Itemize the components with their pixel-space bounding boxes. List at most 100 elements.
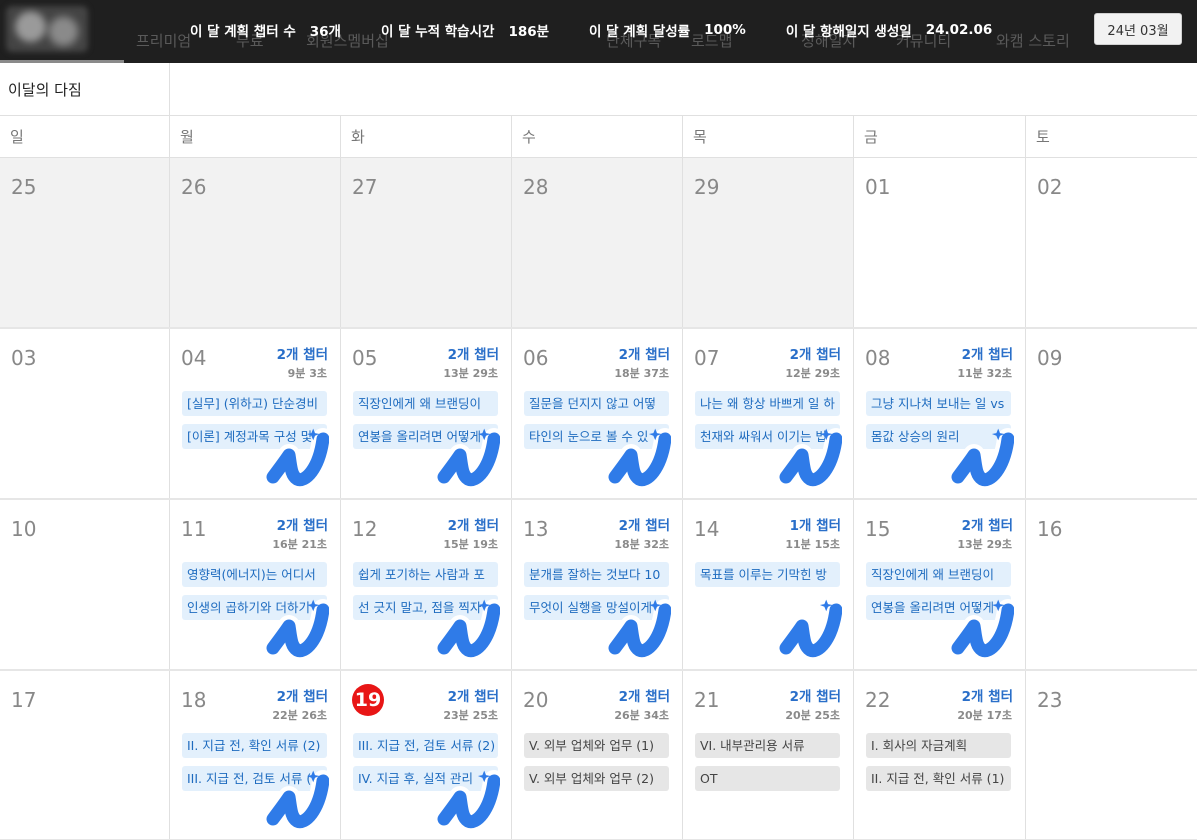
date-number: 16 (1037, 517, 1063, 541)
chapter-item[interactable]: II. 지급 전, 확인 서류 (1) (866, 766, 1011, 791)
stat-item: 이 달 계획 챕터 수 36개 (190, 20, 341, 40)
chapter-item[interactable]: 목표를 이루는 기막힌 방 (695, 562, 840, 587)
calendar-day[interactable]: 29 (683, 158, 854, 327)
weekday-label: 금 (854, 116, 1026, 158)
calendar-day[interactable]: 17 (0, 671, 170, 839)
calendar-day[interactable]: 02 (1026, 158, 1197, 327)
chapter-item[interactable]: 분개를 잘하는 것보다 10 (524, 562, 669, 587)
chapter-item[interactable]: I. 회사의 자금계획 (866, 733, 1011, 758)
calendar-day[interactable]: 05 2개 챕터 13분 29초 직장인에게 왜 브랜딩이 연봉을 올리려면 어떻게 (341, 329, 512, 498)
chapter-count: 2개 챕터 (447, 518, 499, 534)
calendar-day[interactable]: 25 (0, 158, 170, 327)
date-number: 15 (865, 517, 891, 541)
date-number: 22 (865, 688, 891, 712)
calendar-day[interactable]: 01 (854, 158, 1026, 327)
date-number: 14 (694, 517, 720, 541)
date-number: 03 (11, 346, 37, 370)
date-number: 05 (352, 346, 378, 370)
chapter-item[interactable]: OT (695, 766, 840, 791)
date-number: 11 (181, 517, 207, 541)
completion-badge-icon (607, 599, 671, 660)
chapter-item[interactable]: 쉽게 포기하는 사람과 포 (353, 562, 498, 587)
calendar-day[interactable]: 06 2개 챕터 18분 37초 질문을 던지지 않고 어떻 타인의 눈으로 볼 수 있 (512, 329, 683, 498)
weekday-label: 토 (1036, 128, 1050, 146)
chapter-item[interactable]: V. 외부 업체와 업무 (2) (524, 766, 669, 791)
calendar-day[interactable]: 26 (170, 158, 341, 327)
calendar-day[interactable]: 04 2개 챕터 9분 3초 [실무] (위하고) 단순경비 [이론] 계정과목 구성 … (170, 329, 341, 498)
calendar-day[interactable]: 19 2개 챕터 23분 25초 III. 지급 전, 검토 서류 (2) IV. 지급… (341, 671, 512, 839)
chapter-item[interactable]: II. 지급 전, 확인 서류 (2) (182, 733, 327, 758)
stat-item: 이 달 항해일지 생성일 24.02.06 (786, 20, 993, 40)
chapter-count: 2개 챕터 (618, 689, 670, 705)
completion-badge-icon (436, 428, 500, 489)
calendar-day[interactable]: 13 2개 챕터 18분 32초 분개를 잘하는 것보다 10 무엇이 실행을 망설이게 (512, 500, 683, 669)
calendar-day[interactable]: 15 2개 챕터 13분 29초 직장인에게 왜 브랜딩이 연봉을 올리려면 어떻게 (854, 500, 1026, 669)
calendar-day[interactable]: 23 (1026, 671, 1197, 839)
completion-badge-icon (950, 428, 1014, 489)
today-date: 19 (352, 684, 384, 716)
date-number: 26 (181, 175, 207, 199)
chapter-item[interactable]: V. 외부 업체와 업무 (1) (524, 733, 669, 758)
study-duration: 23분 25초 (443, 709, 498, 722)
calendar-day[interactable]: 22 2개 챕터 20분 17초 I. 회사의 자금계획 II. 지급 전, 확인 서류… (854, 671, 1026, 839)
month-selector-button[interactable]: 24년 03월 (1094, 13, 1182, 45)
chapter-item[interactable]: III. 지급 전, 검토 서류 (2) (353, 733, 498, 758)
chapter-count: 2개 챕터 (961, 689, 1013, 705)
completion-badge-icon (265, 428, 329, 489)
study-duration: 9분 3초 (287, 367, 327, 380)
calendar-day[interactable]: 08 2개 챕터 11분 32초 그냥 지나쳐 보내는 일 vs 몸값 상승의 원리 (854, 329, 1026, 498)
blurred-logo[interactable] (6, 6, 88, 52)
calendar-grid: 25 26 27 28 29 01 02 03 04 2개 챕터 9분 3초 [실무] (위하고) 단… (0, 158, 1197, 840)
chapter-item[interactable]: 질문을 던지지 않고 어떻 (524, 391, 669, 416)
nav-item[interactable]: 와캠 스토리 (996, 30, 1106, 51)
completion-badge-icon (778, 599, 842, 660)
date-number: 17 (11, 688, 37, 712)
weekday-label: 일 (0, 116, 170, 158)
calendar-day[interactable]: 28 (512, 158, 683, 327)
date-number: 12 (352, 517, 378, 541)
calendar-day[interactable]: 27 (341, 158, 512, 327)
date-number: 28 (523, 175, 549, 199)
chapter-item[interactable]: VI. 내부관리용 서류 (695, 733, 840, 758)
calendar-day[interactable]: 16 (1026, 500, 1197, 669)
stat-value: 24.02.06 (925, 22, 993, 38)
calendar-day[interactable]: 14 1개 챕터 11분 15초 목표를 이루는 기막힌 방 (683, 500, 854, 669)
chapter-item[interactable]: 직장인에게 왜 브랜딩이 (353, 391, 498, 416)
weekday-header: 일월화수목금토 (0, 116, 1197, 158)
date-number: 02 (1037, 175, 1063, 199)
chapter-item[interactable]: [실무] (위하고) 단순경비 (182, 391, 327, 416)
weekday-label: 수 (512, 116, 683, 158)
calendar-week: 10 11 2개 챕터 16분 21초 영향력(에너지)는 어디서 인생의 곱하기와 더하… (0, 500, 1197, 671)
date-number: 06 (523, 346, 549, 370)
calendar-day[interactable]: 10 (0, 500, 170, 669)
calendar-day[interactable]: 11 2개 챕터 16분 21초 영향력(에너지)는 어디서 인생의 곱하기와 더하기 (170, 500, 341, 669)
calendar-week: 03 04 2개 챕터 9분 3초 [실무] (위하고) 단순경비 [이론] 계정과목 구… (0, 329, 1197, 500)
monthly-motto-row: 이달의 다짐 (0, 63, 1197, 116)
study-duration: 20분 17초 (957, 709, 1012, 722)
calendar-day[interactable]: 18 2개 챕터 22분 26초 II. 지급 전, 확인 서류 (2) III. 지급… (170, 671, 341, 839)
date-number: 04 (181, 346, 207, 370)
chapter-item[interactable]: 영향력(에너지)는 어디서 (182, 562, 327, 587)
date-number: 23 (1037, 688, 1063, 712)
chapter-item[interactable]: 그냥 지나쳐 보내는 일 vs (866, 391, 1011, 416)
date-number: 29 (694, 175, 720, 199)
calendar-day[interactable]: 03 (0, 329, 170, 498)
study-duration: 11분 32초 (957, 367, 1012, 380)
calendar-day[interactable]: 12 2개 챕터 15분 19초 쉽게 포기하는 사람과 포선 긋지 말고, 점을 찍… (341, 500, 512, 669)
calendar-day[interactable]: 21 2개 챕터 20분 25초 VI. 내부관리용 서류 OT (683, 671, 854, 839)
chapter-count: 2개 챕터 (789, 347, 841, 363)
completion-badge-icon (778, 428, 842, 489)
monthly-motto-label: 이달의 다짐 (0, 63, 170, 115)
chapter-item[interactable]: 나는 왜 항상 바쁘게 일 하 (695, 391, 840, 416)
calendar-day[interactable]: 09 (1026, 329, 1197, 498)
date-number: 01 (865, 175, 891, 199)
chapter-count: 2개 챕터 (447, 689, 499, 705)
calendar-day[interactable]: 07 2개 챕터 12분 29초 나는 왜 항상 바쁘게 일 하 천재와 싸워서 이기는… (683, 329, 854, 498)
chapter-item[interactable]: 직장인에게 왜 브랜딩이 (866, 562, 1011, 587)
chapter-count: 2개 챕터 (276, 347, 328, 363)
calendar-day[interactable]: 20 2개 챕터 26분 34초 V. 외부 업체와 업무 (1) V. 외부 업체와 … (512, 671, 683, 839)
top-bar: 프리미엄 무료 회원스멤버십 단체구독 로드맵 정해일지 커뮤니티 와캠 스토리 이 달 계획… (0, 0, 1197, 63)
study-duration: 16분 21초 (272, 538, 327, 551)
date-number: 21 (694, 688, 720, 712)
date-number: 20 (523, 688, 549, 712)
